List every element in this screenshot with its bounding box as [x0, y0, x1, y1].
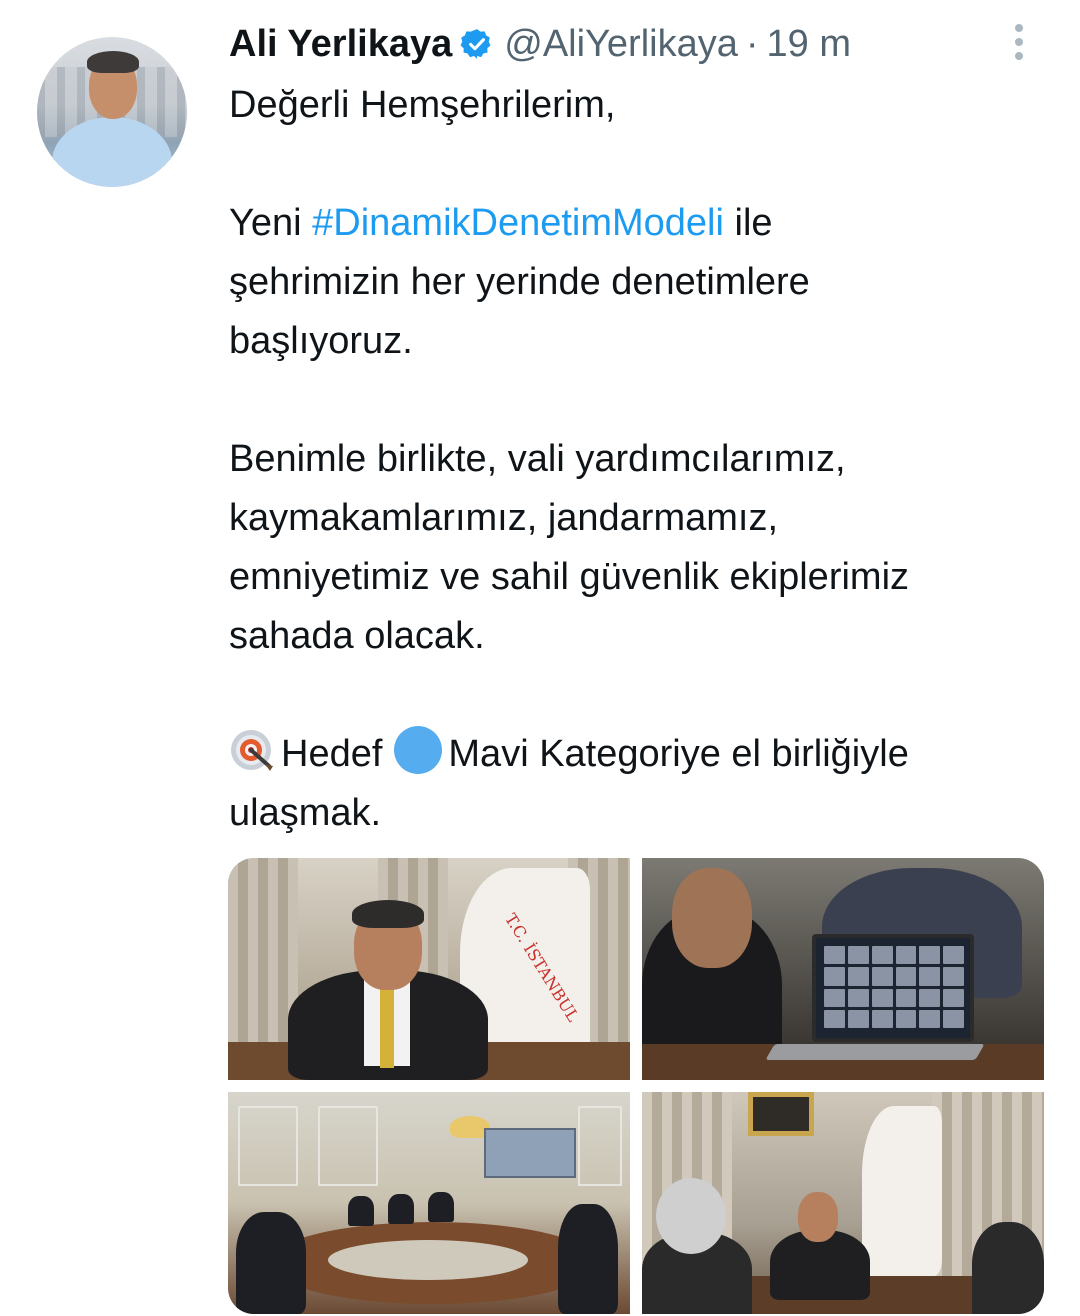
- person: [428, 1192, 454, 1222]
- avatar[interactable]: [37, 37, 187, 187]
- photo-1[interactable]: T.C. İSTANBUL: [228, 858, 630, 1080]
- tie: [380, 982, 394, 1068]
- flag: [862, 1106, 942, 1276]
- tweet-text: Değerli Hemşehrilerim, Yeni #DinamikDene…: [229, 76, 1059, 843]
- paragraph-teams: Benimle birlikte, vali yardımcılarımız, …: [229, 430, 1059, 666]
- tweet[interactable]: Ali Yerlikaya @AliYerlikaya · 19 m Değer…: [0, 0, 1080, 1316]
- video-grid: [824, 946, 964, 1028]
- text-line: ulaşmak.: [229, 792, 382, 834]
- paragraph-announcement: Yeni #DinamikDenetimModeli ile şehrimizi…: [229, 194, 1059, 371]
- header-separator: ·: [745, 22, 759, 65]
- timestamp[interactable]: 19 m: [767, 23, 851, 66]
- paragraph-goal: Hedef Mavi Kategoriye el birliğiyle ulaşm…: [229, 725, 1059, 843]
- person: [348, 1196, 374, 1226]
- text-segment: Mavi Kategoriye el birliğiyle: [448, 733, 909, 775]
- direct-hit-emoji-icon: [229, 726, 277, 774]
- paragraph-greeting: Değerli Hemşehrilerim,: [229, 76, 1059, 135]
- text-segment: Yeni: [229, 202, 313, 244]
- text-segment: ile: [723, 202, 773, 244]
- more-vertical-icon[interactable]: [1006, 22, 1032, 62]
- text-line: şehrimizin her yerinde denetimlere: [229, 261, 810, 303]
- person: [558, 1204, 618, 1314]
- text-line: Yeni #DinamikDenetimModeli ile: [229, 194, 1059, 253]
- blue-circle-emoji-icon: [394, 726, 443, 774]
- text-segment: Hedef: [281, 733, 383, 775]
- photo-2[interactable]: [642, 858, 1044, 1080]
- text-line: sahada olacak.: [229, 615, 485, 657]
- text-line: Hedef Mavi Kategoriye el birliğiyle: [229, 725, 1059, 784]
- hashtag-link[interactable]: #DinamikDenetimModeli: [312, 202, 724, 244]
- verified-badge-icon: [460, 27, 494, 61]
- person-foreground: [972, 1222, 1044, 1314]
- table-center: [328, 1240, 528, 1280]
- tweet-header: Ali Yerlikaya @AliYerlikaya · 19 m: [229, 18, 851, 70]
- portrait-frame: [748, 1092, 814, 1136]
- laptop-screen: [812, 934, 974, 1042]
- laptop-base: [765, 1044, 985, 1060]
- person: [236, 1212, 306, 1314]
- hair: [352, 900, 424, 928]
- media-grid: T.C. İSTANBUL: [228, 858, 1044, 1314]
- text-line: başlıyoruz.: [229, 320, 413, 362]
- wall-panel: [578, 1106, 622, 1186]
- author-name[interactable]: Ali Yerlikaya: [229, 23, 452, 66]
- text-line: emniyetimiz ve sahil güvenlik ekiplerimi…: [229, 556, 910, 598]
- text-line: Benimle birlikte, vali yardımcılarımız,: [229, 438, 846, 480]
- photo-3[interactable]: [228, 1092, 630, 1314]
- person-foreground-head: [656, 1178, 726, 1254]
- person: [388, 1194, 414, 1224]
- avatar-hair: [87, 51, 139, 73]
- text-line: Değerli Hemşehrilerim,: [229, 84, 616, 126]
- wall-panel: [238, 1106, 298, 1186]
- text-line: kaymakamlarımız, jandarmamız,: [229, 497, 779, 539]
- photo-4[interactable]: [642, 1092, 1044, 1314]
- author-handle[interactable]: @AliYerlikaya: [504, 23, 738, 66]
- face: [672, 868, 752, 968]
- wall-screen: [484, 1128, 576, 1178]
- wall-panel: [318, 1106, 378, 1186]
- face: [798, 1192, 838, 1242]
